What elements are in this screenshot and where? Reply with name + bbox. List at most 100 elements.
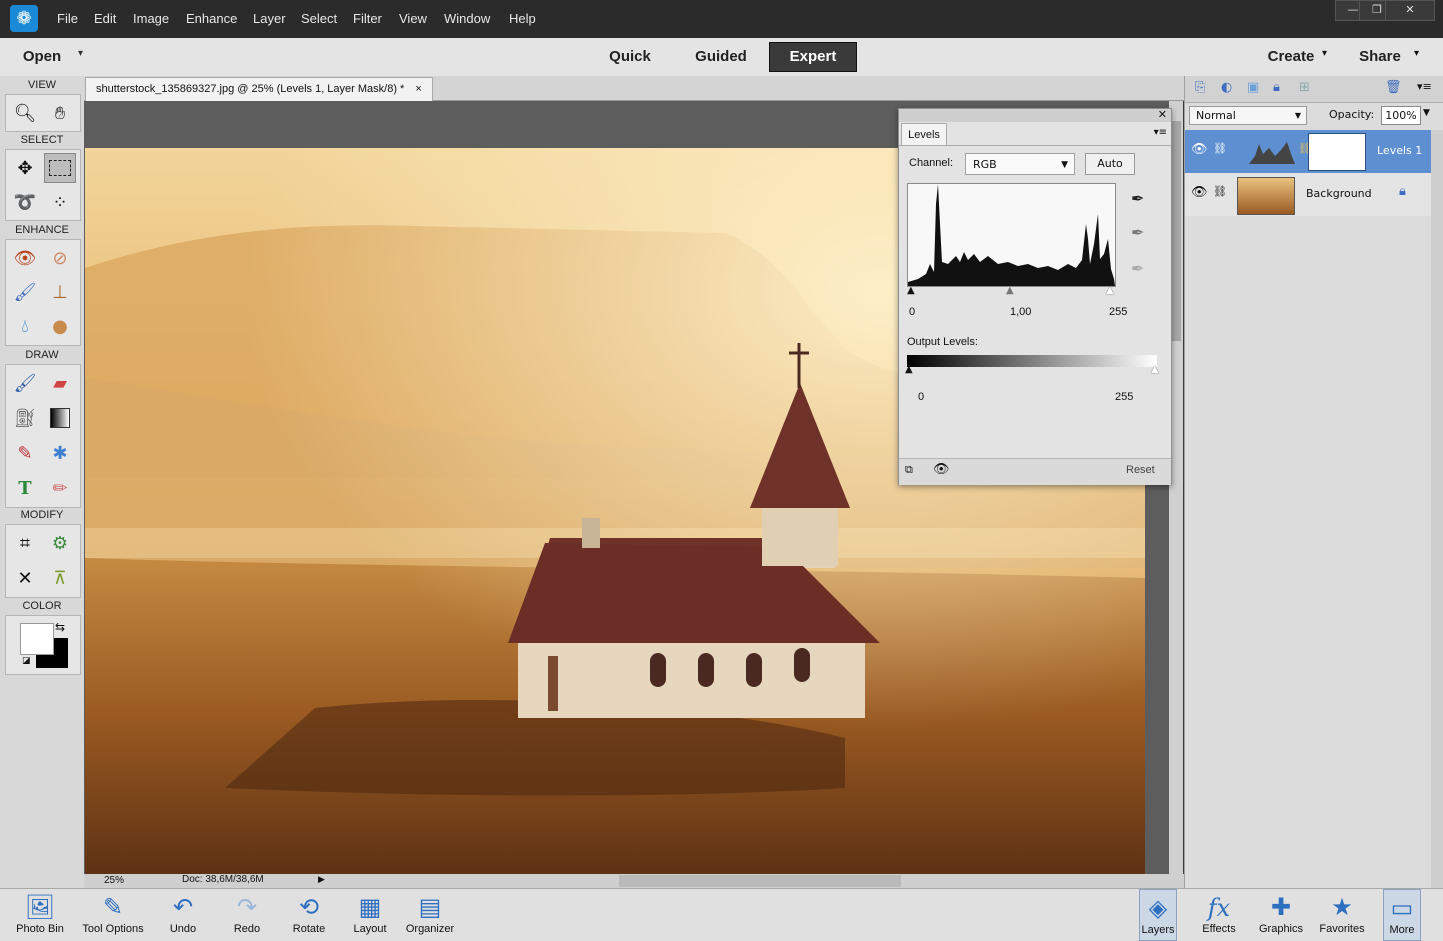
levels-panel-header[interactable]: ✕: [899, 108, 1171, 122]
close-window-button[interactable]: ✕: [1385, 0, 1435, 21]
quick-selection-tool-icon[interactable]: ⁘: [44, 187, 76, 217]
lasso-tool-icon[interactable]: ➰: [9, 187, 41, 217]
share-button[interactable]: Share: [1354, 42, 1406, 72]
sponge-tool-icon[interactable]: ●: [44, 311, 76, 341]
create-button[interactable]: Create: [1262, 42, 1320, 72]
document-tab[interactable]: shutterstock_135869327.jpg @ 25% (Levels…: [85, 77, 433, 101]
gradient-tool-icon[interactable]: [44, 403, 76, 433]
paint-bucket-tool-icon[interactable]: ⛽︎: [9, 403, 41, 433]
custom-shape-tool-icon[interactable]: ✱: [44, 438, 76, 468]
move-tool-icon[interactable]: ✥: [9, 153, 41, 183]
foreground-color-swatch[interactable]: [20, 623, 54, 655]
more-button[interactable]: ▭ More: [1383, 889, 1421, 941]
layers-button[interactable]: ◈ Layers: [1139, 889, 1177, 941]
zoom-level[interactable]: 25%: [104, 875, 124, 886]
adjustment-layer-icon[interactable]: ◐: [1221, 80, 1232, 95]
layer-row-background[interactable]: 👁︎ ⛓︎ Background 🔒︎: [1185, 173, 1431, 216]
pencil-tool-icon[interactable]: ✏︎: [44, 473, 76, 503]
layers-scrollbar[interactable]: [1431, 130, 1443, 888]
menu-edit[interactable]: Edit: [94, 0, 116, 38]
mode-quick-button[interactable]: Quick: [590, 42, 670, 72]
layers-panel-menu-icon[interactable]: ▾≡: [1417, 80, 1432, 93]
layer-link-icon[interactable]: ⛓︎: [1213, 142, 1227, 155]
input-mid-slider[interactable]: ▲: [1006, 285, 1014, 296]
layer-visibility-eye-icon[interactable]: 👁︎: [1191, 142, 1208, 157]
open-dropdown-icon[interactable]: ▾: [78, 48, 83, 59]
eyedropper-tool-icon[interactable]: ✎: [9, 438, 41, 468]
layer-link-icon[interactable]: ⛓︎: [1213, 185, 1227, 198]
levels-close-icon[interactable]: ✕: [1158, 108, 1167, 121]
type-tool-icon[interactable]: T: [9, 473, 41, 503]
graphics-button[interactable]: ✚ Graphics: [1248, 889, 1314, 941]
close-document-icon[interactable]: ×: [415, 83, 421, 95]
recompose-tool-icon[interactable]: ⚙︎: [44, 528, 76, 558]
auto-button[interactable]: Auto: [1085, 153, 1135, 175]
layer-visibility-eye-icon[interactable]: 👁︎: [1191, 185, 1208, 200]
zoom-tool-icon[interactable]: 🔍︎: [9, 98, 41, 128]
hand-tool-icon[interactable]: ✋︎: [44, 98, 76, 128]
output-white-value[interactable]: 255: [1115, 391, 1133, 403]
input-black-value[interactable]: 0: [909, 306, 915, 318]
output-white-slider[interactable]: ▲: [1151, 364, 1159, 375]
blur-tool-icon[interactable]: 💧︎: [9, 311, 41, 341]
output-black-value[interactable]: 0: [918, 391, 924, 403]
menu-layer[interactable]: Layer: [253, 0, 286, 38]
tool-options-button[interactable]: ✎ Tool Options: [80, 889, 146, 941]
opacity-dropdown-icon[interactable]: ▼: [1423, 108, 1430, 118]
mode-expert-button[interactable]: Expert: [769, 42, 857, 72]
crop-tool-icon[interactable]: ⌗: [9, 528, 41, 558]
menu-window[interactable]: Window: [444, 0, 490, 38]
open-button[interactable]: Open: [14, 42, 70, 72]
menu-enhance[interactable]: Enhance: [186, 0, 237, 38]
visibility-eye-icon[interactable]: 👁︎: [933, 462, 950, 477]
favorites-button[interactable]: ★ Favorites: [1309, 889, 1375, 941]
rotate-button[interactable]: ⟲ Rotate: [276, 889, 342, 941]
menu-view[interactable]: View: [399, 0, 427, 38]
status-menu-arrow-icon[interactable]: ▶: [318, 874, 325, 885]
red-eye-tool-icon[interactable]: 👁︎: [9, 243, 41, 273]
default-colors-icon[interactable]: ◪: [22, 656, 31, 666]
layer-name[interactable]: Levels 1: [1377, 144, 1422, 157]
menu-filter[interactable]: Filter: [353, 0, 382, 38]
channel-select[interactable]: RGB ▼: [965, 153, 1075, 175]
content-aware-move-tool-icon[interactable]: ✕: [9, 563, 41, 593]
redo-button[interactable]: ↷ Redo: [214, 889, 280, 941]
input-white-slider[interactable]: ▲: [1106, 285, 1114, 296]
input-black-slider[interactable]: ▲: [907, 285, 915, 296]
horizontal-scroll-thumb[interactable]: [619, 875, 901, 887]
smart-brush-tool-icon[interactable]: 🖌︎: [9, 277, 41, 307]
mode-guided-button[interactable]: Guided: [680, 42, 762, 72]
effects-button[interactable]: fx Effects: [1186, 889, 1252, 941]
vertical-scroll-thumb[interactable]: [1171, 121, 1181, 341]
gray-point-eyedropper-icon[interactable]: ✒︎: [1131, 223, 1144, 242]
share-dropdown-icon[interactable]: ▾: [1414, 48, 1419, 59]
marquee-tool-icon[interactable]: [44, 153, 76, 183]
input-mid-value[interactable]: 1,00: [1010, 306, 1031, 318]
input-white-value[interactable]: 255: [1109, 306, 1127, 318]
menu-select[interactable]: Select: [301, 0, 337, 38]
menu-image[interactable]: Image: [133, 0, 169, 38]
blend-mode-select[interactable]: Normal ▼: [1189, 106, 1307, 125]
layer-mask-thumbnail[interactable]: [1308, 133, 1366, 171]
undo-button[interactable]: ↶ Undo: [150, 889, 216, 941]
layer-row-levels[interactable]: 👁︎ ⛓︎ ⛓︎ Levels 1: [1185, 130, 1431, 173]
black-point-eyedropper-icon[interactable]: ✒︎: [1131, 189, 1144, 208]
eraser-tool-icon[interactable]: ▰: [44, 368, 76, 398]
output-black-slider[interactable]: ▲: [905, 364, 913, 375]
clone-stamp-tool-icon[interactable]: ⊥: [44, 277, 76, 307]
reset-button[interactable]: Reset: [1126, 464, 1155, 476]
lock-transparency-icon[interactable]: ⊞: [1299, 80, 1310, 95]
lock-all-icon[interactable]: 🔒︎: [1273, 80, 1280, 95]
white-point-eyedropper-icon[interactable]: ✒︎: [1131, 259, 1144, 278]
menu-file[interactable]: File: [57, 0, 78, 38]
spot-healing-tool-icon[interactable]: ⊘: [44, 243, 76, 273]
levels-tab[interactable]: Levels: [901, 123, 947, 146]
opacity-input[interactable]: 100%: [1381, 106, 1421, 125]
layer-name[interactable]: Background: [1306, 187, 1372, 200]
new-layer-icon[interactable]: ⎘: [1195, 80, 1205, 95]
photo-bin-button[interactable]: 🖼︎ Photo Bin: [7, 889, 73, 941]
create-dropdown-icon[interactable]: ▾: [1322, 48, 1327, 59]
delete-layer-icon[interactable]: 🗑︎: [1385, 80, 1402, 95]
organizer-button[interactable]: ▤ Organizer: [397, 889, 463, 941]
layout-button[interactable]: ▦ Layout: [337, 889, 403, 941]
